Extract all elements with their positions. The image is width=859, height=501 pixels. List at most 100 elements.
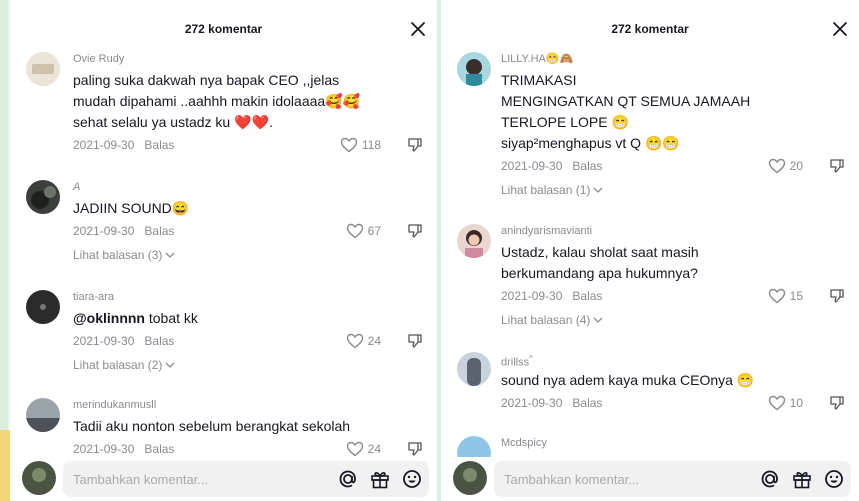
view-replies-label: Lihat balasan (4) <box>501 313 591 327</box>
comment-line: paling suka dakwah nya bapak CEO ,,jelas <box>73 72 340 88</box>
comment-date: 2021-09-30 <box>501 159 563 173</box>
username-emoji: 😁🙈 <box>545 53 574 65</box>
view-replies-button[interactable]: Lihat balasan (4) <box>501 312 849 328</box>
comment-text: TRIMAKASI MENGINGATKAN QT SEMUA JAMAAH T… <box>501 70 849 154</box>
dislike-icon[interactable] <box>829 288 845 304</box>
like-count: 24 <box>367 442 381 456</box>
emoji-icon[interactable] <box>401 468 423 490</box>
comment-username[interactable]: A <box>73 180 427 194</box>
gift-icon[interactable] <box>369 468 391 490</box>
comment-composer <box>10 457 437 501</box>
comment-date: 2021-09-30 <box>501 289 563 303</box>
view-replies-button[interactable]: Lihat balasan (3) <box>73 247 427 263</box>
comment-text: sound nya adem kaya muka CEOnya 😁 <box>501 370 849 391</box>
dislike-icon[interactable] <box>407 333 423 349</box>
comment-meta: 2021-09-30 Balas 67 <box>73 221 427 241</box>
comment-meta: 2021-09-30 Balas 24 <box>73 439 427 457</box>
dislike-icon[interactable] <box>829 158 845 174</box>
like-button[interactable]: 10 <box>768 393 803 413</box>
mention-link[interactable]: @oklinnnn <box>73 310 145 326</box>
comment-username[interactable]: LILLY.HA😁🙈 <box>501 52 849 66</box>
username-suffix: ^ <box>529 354 533 363</box>
like-count: 20 <box>789 159 803 173</box>
heart-icon <box>340 137 358 153</box>
avatar[interactable] <box>457 352 491 386</box>
comment-username[interactable]: Mcdspicy <box>501 436 849 450</box>
reply-button[interactable]: Balas <box>572 159 602 173</box>
avatar[interactable] <box>26 180 60 214</box>
comment-list: LILLY.HA😁🙈 TRIMAKASI MENGINGATKAN QT SEM… <box>441 48 859 457</box>
comment-input[interactable] <box>63 461 313 497</box>
comment-line: mudah dipahami ..aahhh makin idolaaaa🥰🥰 <box>73 93 361 109</box>
avatar[interactable] <box>26 290 60 324</box>
comment-username[interactable]: anindyarismavianti <box>501 224 849 238</box>
comment-list: Ovie Rudy paling suka dakwah nya bapak C… <box>10 48 437 457</box>
comment-date: 2021-09-30 <box>73 138 135 152</box>
reply-button[interactable]: Balas <box>144 334 174 348</box>
avatar[interactable] <box>457 52 491 86</box>
like-button[interactable]: 15 <box>768 286 803 306</box>
comment-line: siyap²menghapus vt Q 😁😁 <box>501 135 680 151</box>
like-button[interactable]: 20 <box>768 156 803 176</box>
comment-username[interactable]: tiara-ara <box>73 290 427 304</box>
reply-button[interactable]: Balas <box>144 224 174 238</box>
comment-username[interactable]: merindukanmusll <box>73 398 427 412</box>
dislike-icon[interactable] <box>407 223 423 239</box>
view-replies-button[interactable]: Lihat balasan (2) <box>73 357 427 373</box>
comment-meta: 2021-09-30 Balas 10 <box>501 393 849 413</box>
comment-line: TRIMAKASI <box>501 72 577 88</box>
close-icon[interactable] <box>409 20 427 38</box>
comment-composer <box>441 457 859 501</box>
panel-header: 272 komentar <box>441 0 859 48</box>
emoji-icon[interactable] <box>823 468 845 490</box>
avatar[interactable] <box>26 52 60 86</box>
avatar[interactable] <box>457 436 491 457</box>
close-icon[interactable] <box>831 20 849 38</box>
comment-meta: 2021-09-30 Balas 118 <box>73 135 427 155</box>
current-user-avatar <box>22 461 56 495</box>
like-button[interactable]: 118 <box>340 135 381 155</box>
comment-count: 272 komentar <box>611 22 689 36</box>
chevron-down-icon <box>165 252 175 258</box>
comments-panel-right: 272 komentar LILLY.HA😁🙈 TRIMAKASI MENGIN… <box>441 0 859 501</box>
comment-text: Ustadz, kalau sholat saat masih berkuman… <box>501 242 849 284</box>
comment-input-box <box>494 461 851 497</box>
dislike-icon[interactable] <box>407 441 423 457</box>
avatar[interactable] <box>457 224 491 258</box>
comment-username[interactable]: drillss^ <box>501 352 849 369</box>
username-text: LILLY.HA <box>501 53 546 65</box>
reply-button[interactable]: Balas <box>572 289 602 303</box>
username-text: drillss <box>501 356 530 369</box>
like-button[interactable]: 24 <box>346 439 381 457</box>
mention-icon[interactable] <box>759 468 781 490</box>
comment-date: 2021-09-30 <box>501 396 563 410</box>
view-replies-button[interactable]: Lihat balasan (1) <box>501 182 849 198</box>
mention-icon[interactable] <box>337 468 359 490</box>
comment-input[interactable] <box>494 461 744 497</box>
chevron-down-icon <box>593 317 603 323</box>
heart-icon <box>768 395 785 411</box>
comment-input-box <box>63 461 429 497</box>
like-count: 24 <box>367 334 381 348</box>
comment-date: 2021-09-30 <box>73 334 135 348</box>
like-button[interactable]: 67 <box>346 221 381 241</box>
chevron-down-icon <box>593 187 603 193</box>
avatar[interactable] <box>26 398 60 432</box>
dislike-icon[interactable] <box>407 137 423 153</box>
like-count: 15 <box>789 289 803 303</box>
reply-button[interactable]: Balas <box>144 138 174 152</box>
like-button[interactable]: 24 <box>346 331 381 351</box>
gift-icon[interactable] <box>791 468 813 490</box>
comment-meta: 2021-09-30 Balas 24 <box>73 331 427 351</box>
reply-button[interactable]: Balas <box>572 396 602 410</box>
reply-button[interactable]: Balas <box>144 442 174 456</box>
comment-line: Tadii aku nonton sebelum berangkat sekol… <box>73 418 351 434</box>
comment-username[interactable]: Ovie Rudy <box>73 52 427 66</box>
heart-icon <box>346 441 363 457</box>
panel-header: 272 komentar <box>10 0 437 48</box>
comment-line: sound nya adem kaya muka CEOnya 😁 <box>501 372 755 388</box>
comment-date: 2021-09-30 <box>73 442 135 456</box>
heart-icon <box>346 333 363 349</box>
comment-line: berkumandang apa hukumnya? <box>501 265 698 281</box>
dislike-icon[interactable] <box>829 395 845 411</box>
